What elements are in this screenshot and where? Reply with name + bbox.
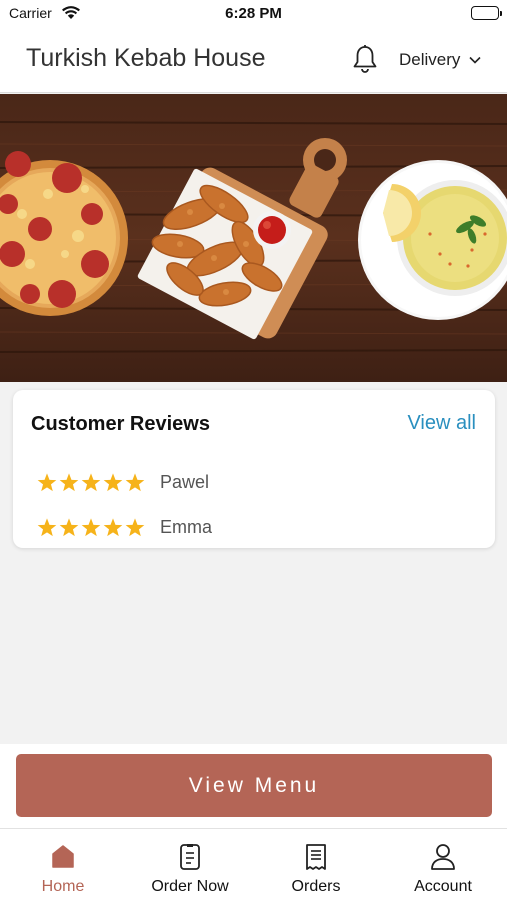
star-icon bbox=[103, 518, 123, 537]
restaurant-title: Turkish Kebab House bbox=[26, 44, 266, 72]
status-bar: Carrier 6:28 PM bbox=[0, 0, 507, 28]
star-icon bbox=[125, 473, 145, 492]
tab-account[interactable]: Account bbox=[380, 829, 506, 900]
star-icon bbox=[37, 473, 57, 492]
review-item: Emma bbox=[37, 517, 212, 538]
star-icon bbox=[59, 473, 79, 492]
account-icon bbox=[380, 843, 506, 873]
tab-order-now-label: Order Now bbox=[151, 878, 229, 895]
tab-home[interactable]: Home bbox=[0, 829, 126, 900]
tab-orders-label: Orders bbox=[291, 878, 341, 895]
star-icon bbox=[103, 473, 123, 492]
review-item: Pawel bbox=[37, 472, 209, 493]
tab-account-label: Account bbox=[414, 878, 472, 895]
star-rating bbox=[37, 518, 145, 537]
chevron-down-icon bbox=[469, 56, 481, 64]
delivery-mode-label: Delivery bbox=[399, 50, 461, 69]
star-icon bbox=[125, 518, 145, 537]
star-icon bbox=[37, 518, 57, 537]
status-time: 6:28 PM bbox=[225, 5, 282, 22]
tab-order-now[interactable]: Order Now bbox=[127, 829, 253, 900]
tab-home-label: Home bbox=[41, 878, 85, 895]
star-icon bbox=[81, 473, 101, 492]
star-icon bbox=[81, 518, 101, 537]
view-all-reviews-link[interactable]: View all bbox=[407, 412, 476, 435]
orders-receipt-icon bbox=[253, 843, 379, 873]
bottom-tab-bar: Home Order Now Orders Account bbox=[0, 828, 507, 900]
notification-bell-icon[interactable] bbox=[352, 44, 378, 79]
customer-reviews-card: Customer Reviews View all Pawel Emma bbox=[13, 390, 495, 548]
delivery-mode-dropdown[interactable]: Delivery bbox=[399, 50, 481, 70]
hero-food-image bbox=[0, 94, 507, 382]
reviewer-name: Emma bbox=[160, 517, 213, 537]
order-now-icon bbox=[127, 843, 253, 873]
menu-action-bar: View Menu bbox=[0, 744, 507, 828]
star-icon bbox=[59, 518, 79, 537]
app-header: Turkish Kebab House Delivery bbox=[0, 28, 507, 93]
home-icon bbox=[0, 843, 126, 873]
tab-orders[interactable]: Orders bbox=[253, 829, 379, 900]
reviews-title: Customer Reviews bbox=[31, 413, 210, 435]
reviewer-name: Pawel bbox=[160, 472, 210, 492]
view-menu-button[interactable]: View Menu bbox=[16, 754, 492, 817]
star-rating bbox=[37, 473, 145, 492]
battery-icon bbox=[471, 6, 502, 20]
